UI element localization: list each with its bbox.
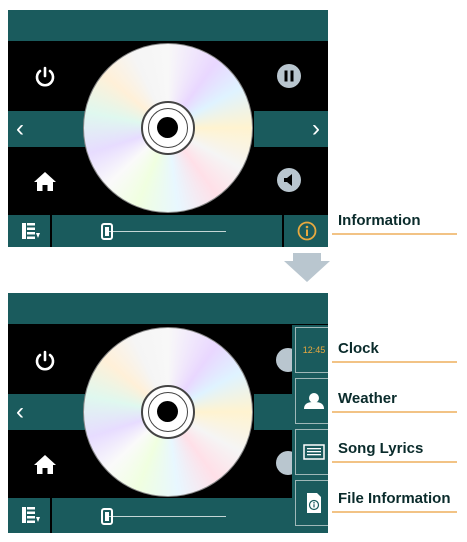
file-info-icon — [307, 493, 321, 513]
volume-slider-track[interactable] — [106, 231, 226, 232]
volume-slider-track[interactable] — [106, 516, 226, 517]
playlist-button[interactable] — [20, 504, 42, 526]
callout-weather: Weather — [338, 390, 397, 407]
power-icon — [35, 350, 55, 371]
callout-underline — [332, 461, 457, 463]
volume-slider-thumb[interactable] — [101, 223, 113, 240]
file-information-menu-item[interactable] — [295, 480, 328, 526]
divider — [282, 215, 284, 247]
callout-file-information: File Information — [338, 490, 451, 507]
mute-button[interactable] — [276, 167, 302, 193]
callout-information: Information — [338, 212, 421, 229]
power-button[interactable] — [32, 64, 58, 90]
playlist-icon — [22, 507, 40, 523]
prev-track-button[interactable]: ‹ — [8, 111, 88, 147]
playlist-button[interactable] — [20, 220, 42, 242]
home-button[interactable] — [32, 168, 58, 194]
weather-icon — [304, 393, 324, 409]
cd-disc — [83, 327, 253, 497]
next-track-button[interactable]: › — [254, 111, 328, 147]
playlist-icon — [22, 223, 40, 239]
cd-hub — [141, 101, 195, 155]
mute-icon — [277, 168, 301, 192]
weather-menu-item[interactable] — [295, 378, 328, 424]
title-bar — [8, 10, 328, 41]
lyrics-icon — [303, 444, 325, 460]
player-screen-info-menu: ‹ 12:45 — [8, 293, 328, 533]
divider — [50, 498, 52, 533]
power-icon — [35, 66, 55, 87]
info-menu-panel: 12:45 — [292, 325, 328, 533]
home-icon — [34, 172, 56, 191]
chevron-left-icon: ‹ — [16, 398, 24, 425]
chevron-right-icon: › — [312, 115, 320, 142]
callout-underline — [332, 511, 457, 513]
cd-disc — [83, 43, 253, 213]
clock-menu-item[interactable]: 12:45 — [295, 327, 328, 373]
home-button[interactable] — [32, 451, 58, 477]
bottom-bar — [8, 215, 328, 247]
home-icon — [34, 455, 56, 474]
pause-button[interactable] — [276, 63, 302, 89]
song-lyrics-menu-item[interactable] — [295, 429, 328, 475]
title-bar — [8, 293, 328, 324]
callout-underline — [332, 233, 457, 235]
callout-song-lyrics: Song Lyrics — [338, 440, 424, 457]
cd-hub — [141, 385, 195, 439]
volume-slider-thumb[interactable] — [101, 508, 113, 525]
callout-underline — [332, 361, 457, 363]
info-icon — [297, 221, 317, 241]
arrow-down-icon — [283, 253, 331, 288]
pause-icon — [277, 64, 301, 88]
callout-clock: Clock — [338, 340, 379, 357]
callout-underline — [332, 411, 457, 413]
info-button[interactable] — [295, 219, 319, 243]
player-screen-default: ‹ › — [8, 10, 328, 247]
divider — [50, 215, 52, 247]
chevron-left-icon: ‹ — [16, 115, 24, 142]
clock-icon: 12:45 — [302, 345, 326, 355]
bottom-bar — [8, 498, 328, 533]
power-button[interactable] — [32, 348, 58, 374]
prev-track-button[interactable]: ‹ — [8, 394, 88, 430]
